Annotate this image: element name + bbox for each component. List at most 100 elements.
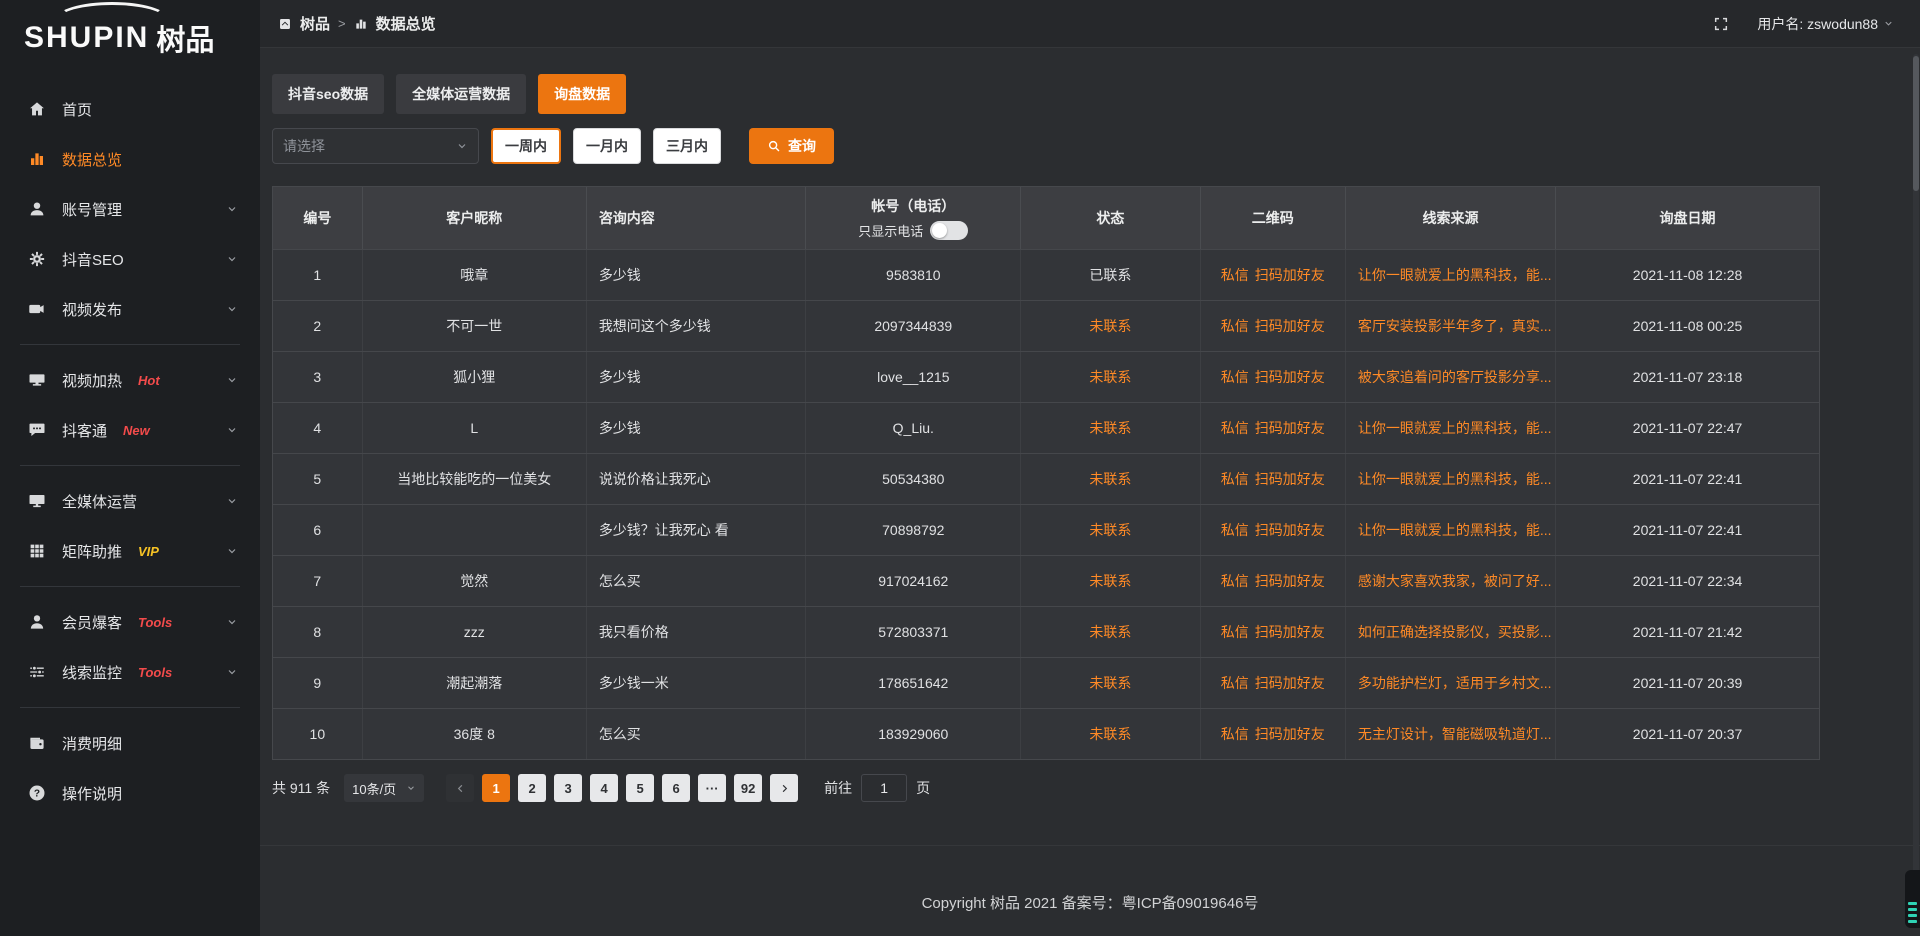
page-button-6[interactable]: 6 — [662, 774, 690, 802]
table-row: 1哦章多少钱9583810已联系私信扫码加好友让你一眼就爱上的黑科技，能...2… — [273, 249, 1819, 300]
chevron-down-icon — [406, 783, 416, 793]
source-link[interactable]: 多功能护栏灯，适用于乡村文... — [1358, 673, 1552, 693]
scrollbar-thumb[interactable] — [1913, 56, 1919, 191]
scan-add-friend-link[interactable]: 扫码加好友 — [1255, 520, 1325, 540]
fullscreen-icon[interactable] — [1713, 16, 1729, 32]
direct-message-link[interactable]: 私信 — [1221, 469, 1249, 489]
scan-add-friend-link[interactable]: 扫码加好友 — [1255, 724, 1325, 744]
goto-page-input[interactable] — [861, 774, 907, 802]
chevron-down-icon — [456, 140, 468, 152]
page-button-5[interactable]: 5 — [626, 774, 654, 802]
direct-message-link[interactable]: 私信 — [1221, 673, 1249, 693]
direct-message-link[interactable]: 私信 — [1221, 520, 1249, 540]
page-number-group: 123456 ··· 92 — [482, 774, 762, 802]
sidebar-item-grid[interactable]: 矩阵助推VIP — [0, 526, 260, 576]
scan-add-friend-link[interactable]: 扫码加好友 — [1255, 316, 1325, 336]
next-page-button[interactable] — [770, 774, 798, 802]
direct-message-link[interactable]: 私信 — [1221, 265, 1249, 285]
source-link[interactable]: 让你一眼就爱上的黑科技，能... — [1358, 265, 1552, 285]
source-link[interactable]: 客厅安装投影半年多了，真实... — [1358, 316, 1552, 336]
cell-id: 7 — [273, 556, 363, 606]
cell-content: 多少钱 — [587, 403, 807, 453]
cell-id: 9 — [273, 658, 363, 708]
cell-nickname: 当地比较能吃的一位美女 — [363, 454, 587, 504]
help-icon: ? — [28, 784, 46, 802]
cell-id: 1 — [273, 250, 363, 300]
range-button-一周内[interactable]: 一周内 — [491, 128, 561, 164]
header-qrcode: 二维码 — [1201, 187, 1346, 249]
cell-source: 让你一眼就爱上的黑科技，能... — [1346, 454, 1556, 504]
page-button-92[interactable]: 92 — [734, 774, 762, 802]
pagination: 共 911 条 10条/页 123456···92 前往 页 — [272, 774, 1920, 802]
source-link[interactable]: 感谢大家喜欢我家，被问了好... — [1358, 571, 1552, 591]
sidebar-item-gear[interactable]: 抖音SEO — [0, 234, 260, 284]
sidebar-item-label: 线索监控 — [62, 662, 122, 683]
tab-询盘数据[interactable]: 询盘数据 — [538, 74, 626, 114]
page-button-1[interactable]: 1 — [482, 774, 510, 802]
sidebar-item-media[interactable]: 全媒体运营 — [0, 476, 260, 526]
page-ellipsis-button[interactable]: ··· — [698, 774, 726, 802]
prev-page-button[interactable] — [446, 774, 474, 802]
chevron-down-icon — [226, 374, 238, 386]
sidebar-item-label: 账号管理 — [62, 199, 122, 220]
floating-widget[interactable] — [1905, 870, 1920, 928]
cell-content: 我想问这个多少钱 — [587, 301, 807, 351]
sidebar-item-chat[interactable]: 抖客通New — [0, 405, 260, 455]
cell-date: 2021-11-07 20:39 — [1556, 658, 1819, 708]
header-source: 线索来源 — [1346, 187, 1556, 249]
goto-label: 前往 — [824, 778, 852, 798]
page-size-select[interactable]: 10条/页 — [344, 774, 424, 802]
page-button-2[interactable]: 2 — [518, 774, 546, 802]
direct-message-link[interactable]: 私信 — [1221, 622, 1249, 642]
source-link[interactable]: 如何正确选择投影仪，买投影... — [1358, 622, 1552, 642]
media-icon — [28, 492, 46, 510]
chevron-down-icon — [1883, 18, 1894, 29]
source-link[interactable]: 被大家追着问的客厅投影分享... — [1358, 367, 1552, 387]
direct-message-link[interactable]: 私信 — [1221, 724, 1249, 744]
sidebar-item-home[interactable]: 首页 — [0, 84, 260, 134]
account-select[interactable]: 请选择 — [272, 128, 479, 164]
chevron-down-icon — [226, 303, 238, 315]
sidebar-item-help[interactable]: ?操作说明 — [0, 768, 260, 818]
scan-add-friend-link[interactable]: 扫码加好友 — [1255, 622, 1325, 642]
cell-date: 2021-11-07 22:47 — [1556, 403, 1819, 453]
cell-account: 917024162 — [806, 556, 1021, 606]
direct-message-link[interactable]: 私信 — [1221, 367, 1249, 387]
user-menu[interactable]: 用户名: zswodun88 — [1757, 14, 1894, 34]
page-button-4[interactable]: 4 — [590, 774, 618, 802]
sidebar-item-user[interactable]: 账号管理 — [0, 184, 260, 234]
tab-抖音seo数据[interactable]: 抖音seo数据 — [272, 74, 384, 114]
scan-add-friend-link[interactable]: 扫码加好友 — [1255, 571, 1325, 591]
sidebar-item-heat[interactable]: 视频加热Hot — [0, 355, 260, 405]
phone-only-toggle[interactable] — [930, 221, 968, 240]
tab-全媒体运营数据[interactable]: 全媒体运营数据 — [396, 74, 526, 114]
range-button-三月内[interactable]: 三月内 — [653, 128, 721, 164]
cell-nickname: 哦章 — [363, 250, 587, 300]
page-button-3[interactable]: 3 — [554, 774, 582, 802]
scan-add-friend-link[interactable]: 扫码加好友 — [1255, 469, 1325, 489]
sidebar-item-chart[interactable]: 数据总览 — [0, 134, 260, 184]
sidebar-item-sliders[interactable]: 线索监控Tools — [0, 647, 260, 697]
cell-status: 未联系 — [1021, 658, 1200, 708]
sidebar-item-wallet[interactable]: 消费明细 — [0, 718, 260, 768]
search-button[interactable]: 查询 — [749, 128, 834, 164]
scan-add-friend-link[interactable]: 扫码加好友 — [1255, 265, 1325, 285]
table-row: 4L多少钱Q_Liu.未联系私信扫码加好友让你一眼就爱上的黑科技，能...202… — [273, 402, 1819, 453]
source-link[interactable]: 让你一眼就爱上的黑科技，能... — [1358, 520, 1552, 540]
direct-message-link[interactable]: 私信 — [1221, 418, 1249, 438]
scan-add-friend-link[interactable]: 扫码加好友 — [1255, 367, 1325, 387]
source-link[interactable]: 让你一眼就爱上的黑科技，能... — [1358, 418, 1552, 438]
scan-add-friend-link[interactable]: 扫码加好友 — [1255, 418, 1325, 438]
direct-message-link[interactable]: 私信 — [1221, 316, 1249, 336]
table-row: 5当地比较能吃的一位美女说说价格让我死心50534380未联系私信扫码加好友让你… — [273, 453, 1819, 504]
range-button-一月内[interactable]: 一月内 — [573, 128, 641, 164]
sidebar-item-video[interactable]: 视频发布 — [0, 284, 260, 334]
direct-message-link[interactable]: 私信 — [1221, 571, 1249, 591]
source-link[interactable]: 让你一眼就爱上的黑科技，能... — [1358, 469, 1552, 489]
sidebar-item-member[interactable]: 会员爆客Tools — [0, 597, 260, 647]
scan-add-friend-link[interactable]: 扫码加好友 — [1255, 673, 1325, 693]
chevron-down-icon — [226, 545, 238, 557]
breadcrumb-root[interactable]: 树品 — [300, 13, 330, 34]
source-link[interactable]: 无主灯设计，智能磁吸轨道灯... — [1358, 724, 1552, 744]
cell-status: 未联系 — [1021, 607, 1200, 657]
